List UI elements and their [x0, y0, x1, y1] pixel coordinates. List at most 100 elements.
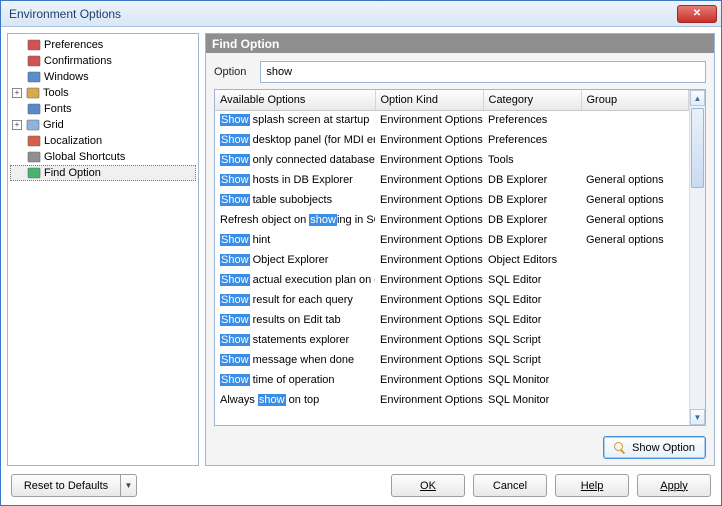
tree-item[interactable]: Preferences	[10, 37, 196, 53]
cell: SQL Script	[483, 350, 581, 370]
cell: Environment Options	[375, 210, 483, 230]
tree-item-label: Preferences	[44, 39, 103, 51]
reset-button[interactable]: Reset to Defaults	[11, 474, 121, 497]
option-label: Option	[214, 66, 246, 78]
table-row[interactable]: Show splash screen at startupEnvironment…	[215, 110, 689, 130]
table-row[interactable]: Always show on topEnvironment OptionsSQL…	[215, 390, 689, 410]
reset-label: Reset to Defaults	[24, 480, 108, 492]
tree-twisty[interactable]: +	[12, 88, 22, 98]
tree-item-label: Fonts	[44, 103, 72, 115]
cell	[581, 310, 689, 330]
cell: Environment Options	[375, 230, 483, 250]
scroll-up-button[interactable]: ▲	[690, 90, 705, 106]
tree-item[interactable]: +Grid	[10, 117, 196, 133]
cell-option-name: Show table subobjects	[215, 190, 375, 210]
ok-label: OK	[420, 480, 436, 492]
reset-dropdown-toggle[interactable]: ▼	[121, 474, 137, 497]
cell: SQL Editor	[483, 310, 581, 330]
help-label: Help	[581, 480, 604, 492]
options-grid: Available Options Option Kind Category G…	[214, 89, 706, 426]
scroll-track[interactable]	[690, 106, 705, 409]
help-button[interactable]: Help	[555, 474, 629, 497]
cell: SQL Monitor	[483, 370, 581, 390]
nav-tree[interactable]: Preferences ConfirmationsWindows + Tools Fon…	[7, 33, 199, 466]
col-option-kind[interactable]: Option Kind	[375, 90, 483, 110]
section-heading: Find Option	[206, 34, 714, 53]
footer: Reset to Defaults ▼ OK Cancel Help Apply	[1, 468, 721, 505]
cell: General options	[581, 230, 689, 250]
scroll-down-button[interactable]: ▼	[690, 409, 705, 425]
cell-option-name: Show Object Explorer	[215, 250, 375, 270]
table-row[interactable]: Show desktop panel (for MDI environment …	[215, 130, 689, 150]
cell: Environment Options	[375, 150, 483, 170]
tree-item[interactable]: Localization	[10, 133, 196, 149]
apply-label: Apply	[660, 480, 688, 492]
col-group[interactable]: Group	[581, 90, 689, 110]
cell-option-name: Show splash screen at startup	[215, 110, 375, 130]
cell: Environment Options	[375, 330, 483, 350]
table-row[interactable]: Refresh object on showing in SQLEnvironm…	[215, 210, 689, 230]
cell: DB Explorer	[483, 230, 581, 250]
cell-option-name: Always show on top	[215, 390, 375, 410]
cell: Environment Options	[375, 270, 483, 290]
tree-item[interactable]: Fonts	[10, 101, 196, 117]
cell: Environment Options	[375, 190, 483, 210]
table-row[interactable]: Show hintEnvironment OptionsDB ExplorerG…	[215, 230, 689, 250]
table-row[interactable]: Show only connected databasesEnvironment…	[215, 150, 689, 170]
table-row[interactable]: Show result for each queryEnvironment Op…	[215, 290, 689, 310]
cell-option-name: Show hint	[215, 230, 375, 250]
cell: General options	[581, 170, 689, 190]
cell: Environment Options	[375, 290, 483, 310]
tree-item[interactable]: Confirmations	[10, 53, 196, 69]
table-row[interactable]: Show time of operationEnvironment Option…	[215, 370, 689, 390]
col-available-options[interactable]: Available Options	[215, 90, 375, 110]
close-button[interactable]: ✕	[677, 5, 717, 23]
cell-option-name: Show desktop panel (for MDI environment …	[215, 130, 375, 150]
tree-item-icon	[27, 38, 41, 52]
tree-item-icon	[27, 134, 41, 148]
scroll-thumb[interactable]	[691, 108, 704, 188]
tree-item[interactable]: Global Shortcuts	[10, 149, 196, 165]
cancel-button[interactable]: Cancel	[473, 474, 547, 497]
table-row[interactable]: Show Object ExplorerEnvironment OptionsO…	[215, 250, 689, 270]
cell	[581, 110, 689, 130]
cell-option-name: Show time of operation	[215, 370, 375, 390]
content-pane: Find Option Option Available Options Op	[205, 33, 715, 466]
tree-item-icon	[27, 70, 41, 84]
vertical-scrollbar[interactable]: ▲ ▼	[689, 90, 705, 425]
tree-twisty[interactable]: +	[12, 120, 22, 130]
cell: DB Explorer	[483, 210, 581, 230]
cell	[581, 270, 689, 290]
cell	[581, 150, 689, 170]
tree-item[interactable]: + Tools	[10, 85, 196, 101]
ok-button[interactable]: OK	[391, 474, 465, 497]
show-option-button[interactable]: Show Option	[603, 436, 706, 459]
cell: Environment Options	[375, 370, 483, 390]
cell: Environment Options	[375, 130, 483, 150]
table-row[interactable]: Show hosts in DB ExplorerEnvironment Opt…	[215, 170, 689, 190]
tree-item-label: Tools	[43, 87, 69, 99]
table-row[interactable]: Show results on Edit tabEnvironment Opti…	[215, 310, 689, 330]
table-row[interactable]: Show message when doneEnvironment Option…	[215, 350, 689, 370]
col-category[interactable]: Category	[483, 90, 581, 110]
tree-item-icon	[27, 54, 41, 68]
table-row[interactable]: Show table subobjectsEnvironment Options…	[215, 190, 689, 210]
table-row[interactable]: Show actual execution plan on qEnvironme…	[215, 270, 689, 290]
option-input[interactable]	[260, 61, 706, 83]
cell	[581, 330, 689, 350]
reset-split-button[interactable]: Reset to Defaults ▼	[11, 474, 137, 497]
table-row[interactable]: Show statements explorerEnvironment Opti…	[215, 330, 689, 350]
body: Preferences ConfirmationsWindows + Tools Fon…	[1, 27, 721, 468]
close-icon: ✕	[693, 9, 701, 19]
tree-item[interactable]: Windows	[10, 69, 196, 85]
cell-option-name: Show message when done	[215, 350, 375, 370]
cell: Environment Options	[375, 390, 483, 410]
table-header-row: Available Options Option Kind Category G…	[215, 90, 689, 110]
titlebar[interactable]: Environment Options ✕	[1, 1, 721, 27]
tree-item[interactable]: Find Option	[10, 165, 196, 181]
cell-option-name: Show only connected databases	[215, 150, 375, 170]
apply-button[interactable]: Apply	[637, 474, 711, 497]
cell	[581, 130, 689, 150]
cell-option-name: Show statements explorer	[215, 330, 375, 350]
cell	[581, 370, 689, 390]
